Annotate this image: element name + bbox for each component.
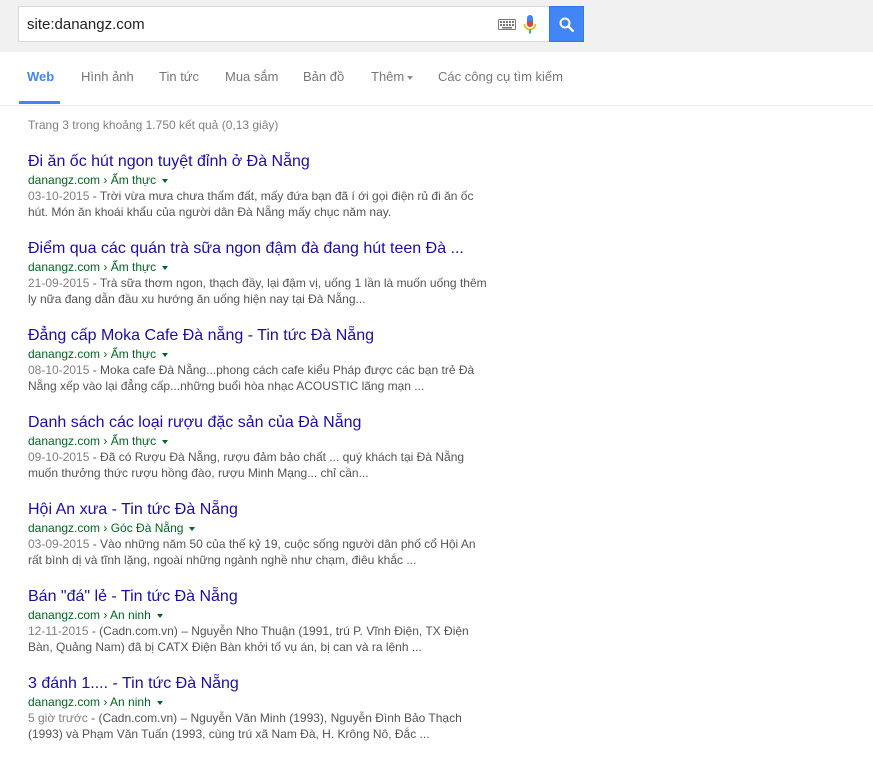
search-box[interactable] <box>18 6 549 42</box>
result-snippet: 08-10-2015 - Moka cafe Đà Nẵng...phong c… <box>28 362 488 394</box>
search-button[interactable] <box>549 6 584 42</box>
top-bar <box>0 0 873 52</box>
tab-more-label: Thêm <box>371 69 405 84</box>
result-date: 12-11-2015 <box>28 624 89 638</box>
result-url-text: danangz.com › Ẩm thực <box>28 173 157 187</box>
result-title-link[interactable]: Đẳng cấp Moka Cafe Đà nẵng - Tin tức Đà … <box>28 325 498 347</box>
search-input[interactable] <box>27 8 487 40</box>
tab-maps[interactable]: Bản đồ <box>303 69 344 84</box>
result-snippet: 03-10-2015 - Trời vừa mưa chưa thấm đất,… <box>28 188 488 220</box>
result-snippet-text: - Đã có Rượu Đà Nẵng, rượu đảm bảo chất … <box>28 450 465 480</box>
result-item: Điểm qua các quán trà sữa ngon đậm đà đa… <box>28 238 488 325</box>
result-snippet-text: - (Cadn.com.vn) – Nguyễn Văn Minh (1993)… <box>28 711 462 741</box>
result-snippet: 09-10-2015 - Đã có Rượu Đà Nẵng, rượu đả… <box>28 449 488 481</box>
tab-shopping[interactable]: Mua sắm <box>225 69 278 84</box>
active-tab-indicator <box>19 101 60 104</box>
url-dropdown-caret-icon[interactable] <box>162 178 169 183</box>
result-url-text: danangz.com › Góc Đà Nẵng <box>28 521 184 535</box>
result-title-link[interactable]: 3 đánh 1.... - Tin tức Đà Nẵng <box>28 673 498 695</box>
result-snippet: 21-09-2015 - Trà sữa thơm ngon, thạch đầ… <box>28 275 488 307</box>
result-url-text: danangz.com › Ẩm thực <box>28 347 157 361</box>
result-snippet-text: - Vào những năm 50 của thế kỷ 19, cuộc s… <box>28 537 476 567</box>
tab-news[interactable]: Tin tức <box>159 69 199 84</box>
result-url-text: danangz.com › An ninh <box>28 608 151 622</box>
result-title-link[interactable]: Danh sách các loại rượu đặc sản của Đà N… <box>28 412 498 434</box>
result-item: Đẳng cấp Moka Cafe Đà nẵng - Tin tức Đà … <box>28 325 488 412</box>
search-tabs: Web Hình ảnh Tin tức Mua sắm Bản đồ Thêm… <box>0 52 873 106</box>
result-date: 08-10-2015 <box>28 363 90 377</box>
result-title-link[interactable]: Đi ăn ốc hút ngon tuyệt đỉnh ở Đà Nẵng <box>28 151 498 173</box>
result-snippet: 5 giờ trước - (Cadn.com.vn) – Nguyễn Văn… <box>28 710 488 742</box>
result-snippet: 03-09-2015 - Vào những năm 50 của thế kỷ… <box>28 536 488 568</box>
url-dropdown-caret-icon[interactable] <box>162 352 169 357</box>
microphone-icon[interactable] <box>523 15 537 35</box>
result-item: Đi ăn ốc hút ngon tuyệt đỉnh ở Đà Nẵng d… <box>28 151 488 238</box>
result-snippet: 12-11-2015 - (Cadn.com.vn) – Nguyễn Nho … <box>28 623 488 655</box>
result-snippet-text: - (Cadn.com.vn) – Nguyễn Nho Thuận (1991… <box>28 624 469 654</box>
result-url-text: danangz.com › An ninh <box>28 695 151 709</box>
result-date: 09-10-2015 <box>28 450 90 464</box>
result-url: danangz.com › Ẩm thực <box>28 260 488 275</box>
result-date: 5 giờ trước <box>28 711 88 725</box>
result-item: Hội An xưa - Tin tức Đà Nẵng danangz.com… <box>28 499 488 586</box>
result-date: 03-09-2015 <box>28 537 90 551</box>
result-snippet-text: - Trời vừa mưa chưa thấm đất, mấy đứa bạ… <box>28 189 474 219</box>
result-date: 03-10-2015 <box>28 189 90 203</box>
result-item: Danh sách các loại rượu đặc sản của Đà N… <box>28 412 488 499</box>
result-item: 3 đánh 1.... - Tin tức Đà Nẵng danangz.c… <box>28 673 488 760</box>
result-url: danangz.com › Ẩm thực <box>28 434 488 449</box>
result-title-link[interactable]: Bán "đá" lẻ - Tin tức Đà Nẵng <box>28 586 498 608</box>
result-url-text: danangz.com › Ẩm thực <box>28 260 157 274</box>
result-url: danangz.com › An ninh <box>28 608 488 623</box>
results-list: Đi ăn ốc hút ngon tuyệt đỉnh ở Đà Nẵng d… <box>28 151 488 760</box>
result-stats: Trang 3 trong khoảng 1.750 kết quả (0,13… <box>28 118 279 132</box>
result-snippet-text: - Trà sữa thơm ngon, thạch đầy, lại đậm … <box>28 276 487 306</box>
result-url: danangz.com › Ẩm thực <box>28 347 488 362</box>
tab-web[interactable]: Web <box>27 69 54 84</box>
tab-more[interactable]: Thêm <box>371 69 414 84</box>
result-date: 21-09-2015 <box>28 276 90 290</box>
result-url-text: danangz.com › Ẩm thực <box>28 434 157 448</box>
result-title-link[interactable]: Điểm qua các quán trà sữa ngon đậm đà đa… <box>28 238 498 260</box>
result-item: Bán "đá" lẻ - Tin tức Đà Nẵng danangz.co… <box>28 586 488 673</box>
url-dropdown-caret-icon[interactable] <box>189 526 196 531</box>
search-icon <box>559 17 574 32</box>
url-dropdown-caret-icon[interactable] <box>162 265 169 270</box>
url-dropdown-caret-icon[interactable] <box>156 700 163 705</box>
result-snippet-text: - Moka cafe Đà Nẵng...phong cách cafe ki… <box>28 363 475 393</box>
result-url: danangz.com › An ninh <box>28 695 488 710</box>
result-url: danangz.com › Góc Đà Nẵng <box>28 521 488 536</box>
keyboard-icon[interactable] <box>498 19 516 30</box>
result-title-link[interactable]: Hội An xưa - Tin tức Đà Nẵng <box>28 499 498 521</box>
search-tools-button[interactable]: Các công cụ tìm kiếm <box>438 69 563 84</box>
chevron-down-icon <box>407 75 414 80</box>
result-url: danangz.com › Ẩm thực <box>28 173 488 188</box>
url-dropdown-caret-icon[interactable] <box>162 439 169 444</box>
url-dropdown-caret-icon[interactable] <box>156 613 163 618</box>
tab-images[interactable]: Hình ảnh <box>81 69 134 84</box>
